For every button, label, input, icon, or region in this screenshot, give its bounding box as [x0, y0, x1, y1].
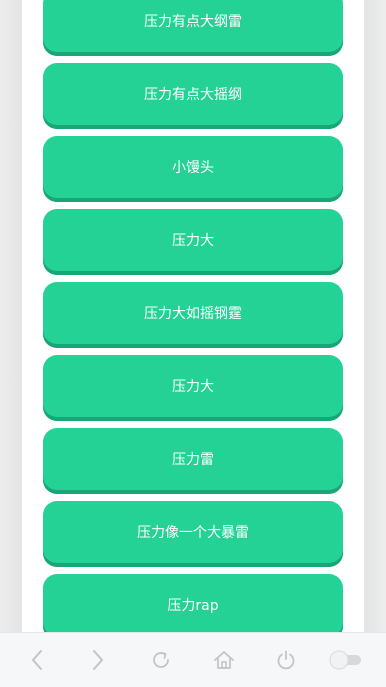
list-button[interactable]: 压力大	[43, 355, 343, 421]
bottom-toolbar	[0, 632, 386, 687]
list-button[interactable]: 压力大	[43, 209, 343, 275]
power-icon	[277, 650, 295, 670]
forward-icon	[93, 650, 103, 670]
power-button[interactable]	[273, 647, 299, 673]
back-icon	[32, 650, 42, 670]
refresh-icon	[153, 652, 169, 668]
list-button[interactable]: 小馒头	[43, 136, 343, 202]
page-margin-right	[364, 0, 386, 686]
home-icon	[214, 651, 234, 669]
page-margin-left	[0, 0, 22, 686]
forward-button[interactable]	[85, 647, 111, 673]
button-list: 压力有点大纲雷 压力有点大摇纲 小馒头 压力大 压力大如摇钢霆 压力大 压力雷 …	[43, 0, 343, 647]
back-button[interactable]	[24, 647, 50, 673]
toggle-switch[interactable]	[326, 647, 364, 673]
refresh-button[interactable]	[148, 647, 174, 673]
home-button[interactable]	[211, 647, 237, 673]
toggle-icon	[329, 650, 361, 670]
list-button[interactable]: 压力大如摇钢霆	[43, 282, 343, 348]
list-button[interactable]: 压力像一个大暴雷	[43, 501, 343, 567]
list-button[interactable]: 压力雷	[43, 428, 343, 494]
list-button[interactable]: 压力有点大摇纲	[43, 63, 343, 129]
list-button[interactable]: 压力rap	[43, 574, 343, 640]
list-button[interactable]: 压力有点大纲雷	[43, 0, 343, 56]
